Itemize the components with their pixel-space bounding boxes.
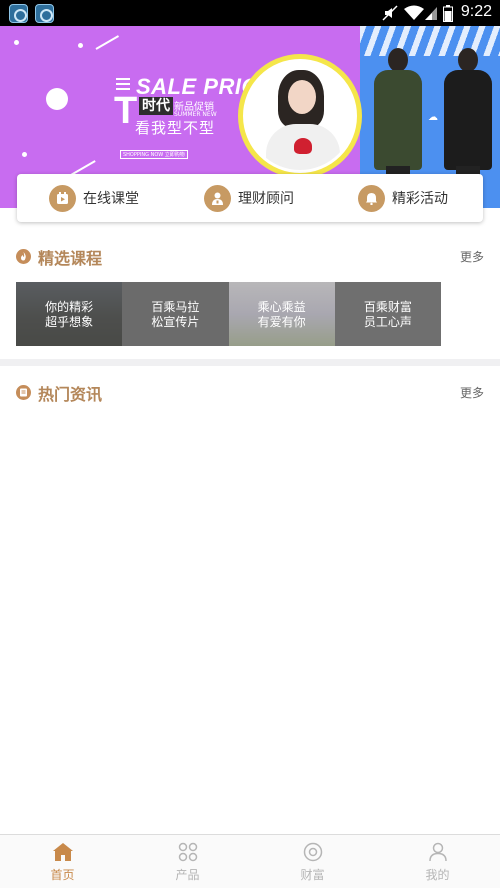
course-carousel[interactable]: 你的精彩 超乎想象 百乘马拉 松宣传片 乘心乘益 有爱有你 百乘财富 员工心声 [16,282,441,346]
grid-icon [178,842,197,862]
hot-news-header: 热门资讯 更多 [0,377,500,407]
signal-icon [425,7,437,20]
tab-mine[interactable]: 我的 [375,835,500,888]
tab-home[interactable]: 首页 [0,835,125,888]
more-link[interactable]: 更多 [460,248,484,265]
target-icon [303,842,322,862]
cloud-icon: ☁︎ [428,112,438,123]
course-title: 百乘马拉 松宣传片 [151,300,200,329]
person-icon [428,842,447,862]
more-link[interactable]: 更多 [460,384,484,401]
decor-dot [22,152,27,157]
course-card[interactable]: 乘心乘益 有爱有你 [228,282,335,346]
battery-icon [443,5,453,22]
quick-item-advisor[interactable]: 理财顾问 [204,184,294,212]
calendar-icon [49,184,76,212]
quick-item-label: 在线课堂 [83,191,139,207]
flame-icon [16,249,31,264]
home-icon [52,843,73,861]
menu-lines-icon [116,78,130,90]
banner-big-letter: T [114,90,138,132]
banner-model-photo [238,54,362,178]
heart-icon [294,138,312,154]
tab-label: 财富 [300,868,325,882]
quick-item-online-class[interactable]: 在线课堂 [49,184,139,212]
featured-courses-header: 精选课程 更多 [0,241,500,271]
section-title: 热门资讯 [38,385,103,404]
decor-circle [46,88,68,110]
section-title: 精选课程 [38,249,103,268]
tab-wealth[interactable]: 财富 [250,835,375,888]
banner-brand: 时代 [139,97,173,115]
decor-line [95,35,120,50]
document-icon [16,385,31,400]
banner-shop-button[interactable]: SHOPPING NOW 立即购物 [120,150,188,159]
wifi-icon [404,5,424,20]
advisor-icon [204,184,231,212]
app-icon [35,4,54,23]
quick-item-events[interactable]: 精彩活动 [358,184,448,212]
bottom-tab-bar: 首页 产品 财富 我的 [0,834,500,888]
mute-icon [382,5,398,21]
quick-menu: 在线课堂 理财顾问 精彩活动 [17,174,483,222]
course-title: 乘心乘益 有爱有你 [257,300,306,329]
clock: 9:22 [460,3,492,20]
course-card[interactable]: 百乘马拉 松宣传片 [122,282,229,346]
course-card[interactable]: 你的精彩 超乎想象 [16,282,123,346]
tab-label: 产品 [175,868,200,882]
tab-label: 我的 [425,868,450,882]
bell-icon [358,184,385,212]
status-bar: 9:22 [0,0,500,26]
course-title: 你的精彩 超乎想象 [45,300,94,329]
section-divider [0,359,500,366]
quick-item-label: 精彩活动 [392,191,448,207]
app-icon [9,4,28,23]
course-title: 百乘财富 员工心声 [363,300,412,329]
course-card[interactable]: 百乘财富 员工心声 [334,282,441,346]
tab-products[interactable]: 产品 [125,835,250,888]
decor-dot [14,40,19,45]
tab-label: 首页 [50,868,75,882]
banner-slogan: 看我型不型 [135,119,216,137]
decor-dot [78,43,83,48]
quick-item-label: 理财顾问 [238,191,294,207]
